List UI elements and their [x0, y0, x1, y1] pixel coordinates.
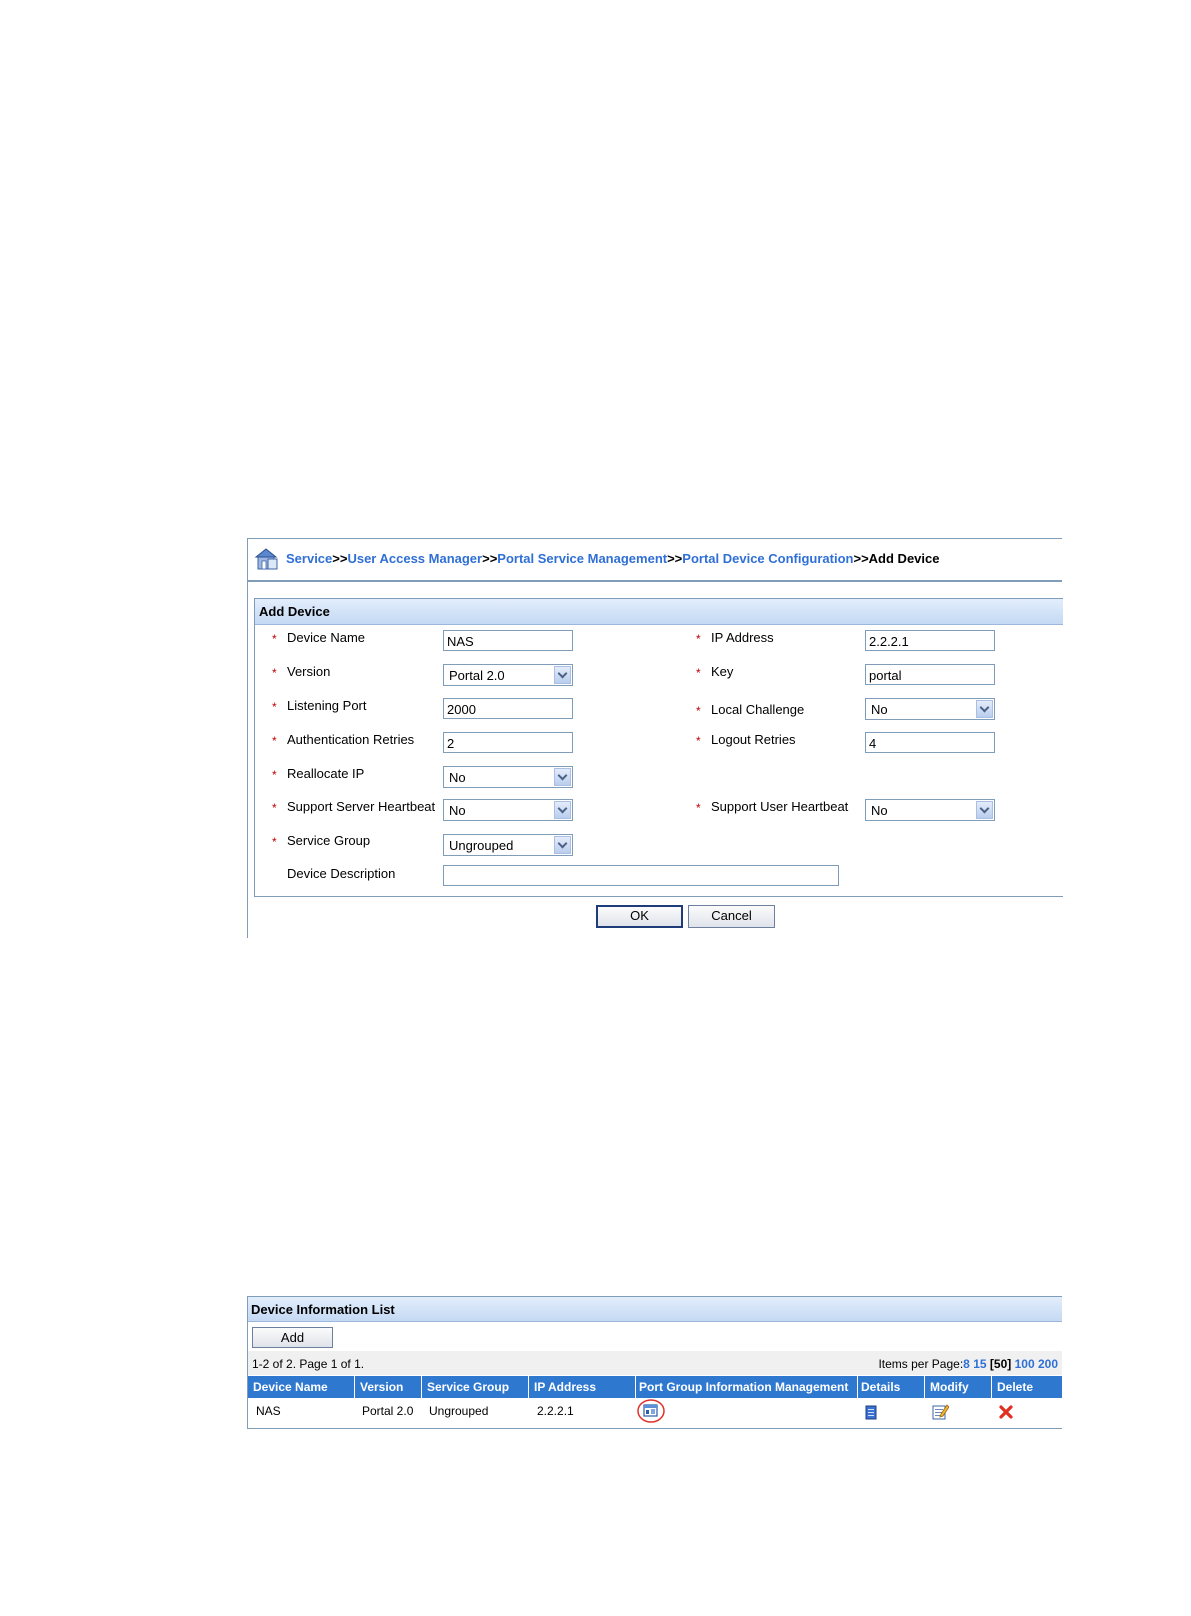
reallocate-ip-select[interactable]: No [443, 766, 573, 788]
chevron-down-icon[interactable] [554, 768, 571, 786]
required-mark: * [272, 666, 277, 680]
required-mark: * [696, 734, 701, 748]
cancel-button[interactable]: Cancel [688, 905, 775, 928]
required-mark: * [696, 704, 701, 718]
items-per-page-label: Items per Page: [878, 1357, 964, 1371]
local-challenge-label: Local Challenge [711, 702, 805, 717]
chevron-down-icon[interactable] [554, 801, 571, 819]
modify-icon[interactable] [932, 1403, 949, 1420]
required-mark: * [272, 768, 277, 782]
page-size-15[interactable]: 15 [973, 1357, 986, 1371]
column-header-version[interactable]: Version [355, 1376, 422, 1398]
breadcrumb-link-service[interactable]: Service [286, 551, 332, 566]
cell-version: Portal 2.0 [362, 1404, 414, 1418]
add-device-panel: Service>>User Access Manager>>Portal Ser… [247, 538, 1063, 938]
chevron-down-icon[interactable] [554, 666, 571, 684]
chevron-down-icon[interactable] [976, 801, 993, 819]
breadcrumb-separator: >> [482, 551, 498, 566]
support-user-heartbeat-select-value: No [871, 803, 888, 818]
page-size-50-current: [50] [989, 1357, 1012, 1371]
cell-ip-address: 2.2.2.1 [537, 1404, 574, 1418]
logout-retries-label: Logout Retries [711, 732, 796, 747]
listening-port-input[interactable]: 2000 [443, 698, 573, 719]
required-mark: * [696, 632, 701, 646]
breadcrumb-current: Add Device [868, 551, 940, 566]
breadcrumb-link-user-access-manager[interactable]: User Access Manager [347, 551, 482, 566]
service-group-select-value: Ungrouped [449, 838, 514, 853]
version-select[interactable]: Portal 2.0 [443, 664, 573, 686]
page-size-200[interactable]: 200 [1038, 1357, 1058, 1371]
ok-button[interactable]: OK [596, 905, 683, 928]
items-per-page: Items per Page:8 15 [50] 100 200 [878, 1357, 1058, 1371]
listening-port-label: Listening Port [287, 698, 367, 713]
column-header-device-name[interactable]: Device Name [248, 1376, 355, 1398]
required-mark: * [272, 734, 277, 748]
column-header-port-group-management: Port Group Information Management [636, 1376, 858, 1398]
list-title-bar: Device Information List [248, 1297, 1062, 1322]
device-name-label: Device Name [287, 630, 366, 645]
support-user-heartbeat-label: Support User Heartbeat [711, 799, 849, 814]
column-header-ip-address[interactable]: IP Address [529, 1376, 636, 1398]
service-group-select[interactable]: Ungrouped [443, 834, 573, 856]
support-user-heartbeat-select[interactable]: No [865, 799, 995, 821]
support-server-heartbeat-select-value: No [449, 803, 466, 818]
column-header-details: Details [858, 1376, 925, 1398]
version-label: Version [287, 664, 331, 679]
ip-address-input[interactable]: 2.2.2.1 [865, 630, 995, 651]
column-header-delete: Delete [992, 1376, 1062, 1398]
service-group-label: Service Group [287, 833, 371, 848]
details-icon[interactable] [865, 1405, 877, 1420]
device-name-input[interactable]: NAS [443, 630, 573, 651]
support-server-heartbeat-select[interactable]: No [443, 799, 573, 821]
device-description-input[interactable] [443, 865, 839, 886]
column-header-service-group[interactable]: Service Group [422, 1376, 529, 1398]
cell-device-name: NAS [256, 1404, 281, 1418]
local-challenge-select-value: No [871, 702, 888, 717]
form-title-bar: Add Device [255, 599, 1063, 625]
breadcrumb-separator: >> [853, 551, 869, 566]
breadcrumb-separator: >> [332, 551, 348, 566]
chevron-down-icon[interactable] [554, 836, 571, 854]
ip-address-label: IP Address [711, 630, 774, 645]
key-input[interactable]: portal [865, 664, 995, 685]
key-label: Key [711, 664, 734, 679]
authentication-retries-label: Authentication Retries [287, 732, 415, 747]
reallocate-ip-label: Reallocate IP [287, 766, 365, 781]
support-server-heartbeat-label: Support Server Heartbeat [287, 799, 436, 814]
breadcrumb-link-portal-device-configuration[interactable]: Portal Device Configuration [682, 551, 853, 566]
form-title: Add Device [259, 604, 330, 619]
home-portal-icon [254, 548, 278, 570]
port-group-management-icon[interactable] [636, 1398, 666, 1424]
table-header: Device Name Version Service Group IP Add… [248, 1376, 1062, 1398]
page-size-8[interactable]: 8 [963, 1357, 970, 1371]
page-size-100[interactable]: 100 [1015, 1357, 1035, 1371]
required-mark: * [696, 666, 701, 680]
local-challenge-select[interactable]: No [865, 698, 995, 720]
version-select-value: Portal 2.0 [449, 668, 505, 683]
required-mark: * [272, 632, 277, 646]
pagination-summary: 1-2 of 2. Page 1 of 1. [252, 1357, 365, 1371]
device-information-list: Device Information List Add 1-2 of 2. Pa… [247, 1296, 1062, 1429]
required-mark: * [696, 801, 701, 815]
add-device-form: Add Device * Device Name NAS * IP Addres… [254, 598, 1063, 897]
column-header-modify: Modify [925, 1376, 992, 1398]
authentication-retries-input[interactable]: 2 [443, 732, 573, 753]
list-title: Device Information List [251, 1302, 395, 1317]
add-device-button[interactable]: Add [252, 1327, 333, 1348]
required-mark: * [272, 700, 277, 714]
logout-retries-input[interactable]: 4 [865, 732, 995, 753]
required-mark: * [272, 801, 277, 815]
chevron-down-icon[interactable] [976, 700, 993, 718]
required-mark: * [272, 835, 277, 849]
breadcrumb-separator: >> [667, 551, 683, 566]
pagination-bar: 1-2 of 2. Page 1 of 1. Items per Page:8 … [248, 1351, 1062, 1375]
device-description-label: Device Description [287, 866, 396, 881]
breadcrumb-link-portal-service-management[interactable]: Portal Service Management [497, 551, 667, 566]
cell-service-group: Ungrouped [429, 1404, 489, 1418]
breadcrumb: Service>>User Access Manager>>Portal Ser… [248, 539, 1062, 582]
reallocate-ip-select-value: No [449, 770, 466, 785]
delete-icon[interactable] [999, 1405, 1013, 1419]
